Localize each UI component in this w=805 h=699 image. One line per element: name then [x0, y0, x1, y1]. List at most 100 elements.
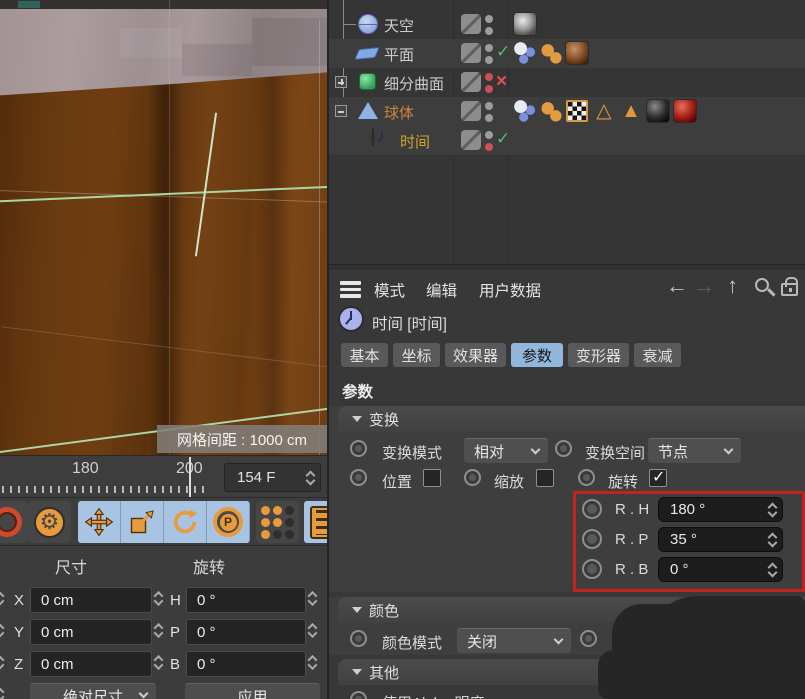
frame-spinner[interactable] [307, 470, 314, 485]
clipped-spinner[interactable] [0, 623, 3, 638]
size-y-spinner[interactable] [155, 623, 162, 638]
material-tag-icon[interactable] [566, 42, 588, 64]
history-forward-icon[interactable]: → [693, 273, 715, 299]
timeline-ruler[interactable] [2, 486, 210, 493]
selection-tag-outline-icon[interactable]: △ [593, 100, 615, 122]
tab-falloff[interactable]: 衰减 [634, 343, 681, 367]
position-checkbox[interactable] [423, 469, 441, 487]
clipped-spinner[interactable] [0, 687, 3, 699]
layer-toggle[interactable] [461, 43, 481, 63]
clipped-spinner[interactable] [0, 591, 3, 606]
selection-tag-filled-icon[interactable]: ▲ [620, 100, 642, 122]
rotation-knob[interactable] [578, 469, 595, 486]
rp-knob[interactable] [582, 529, 602, 549]
transform-space-knob[interactable] [555, 440, 572, 457]
rotation-p-field[interactable]: 0 ° [186, 619, 306, 645]
layer-toggle[interactable] [461, 130, 481, 150]
texture-tag-icon[interactable] [566, 100, 588, 122]
tab-parameter[interactable]: 参数 [511, 343, 563, 367]
object-row-subdivision[interactable]: 细分曲面 × [329, 68, 805, 97]
transform-group-header[interactable]: 变换 [338, 406, 805, 432]
visibility-dots[interactable] [485, 102, 493, 126]
tab-effector[interactable]: 效果器 [445, 343, 506, 367]
visibility-dots[interactable] [485, 15, 493, 39]
phong-tag-icon[interactable] [514, 100, 536, 122]
color-mode-knob[interactable] [350, 630, 367, 647]
menu-mode[interactable]: 模式 [374, 279, 405, 301]
position-knob[interactable] [350, 469, 367, 486]
collapse-icon[interactable] [335, 105, 347, 117]
lock-icon[interactable] [781, 283, 798, 296]
layer-toggle[interactable] [461, 14, 481, 34]
rotation-checkbox[interactable]: ✓ [649, 469, 667, 487]
compositing-tag-icon[interactable] [540, 42, 562, 64]
rh-field[interactable]: 180 ° [658, 497, 783, 522]
rotation-p-spinner[interactable] [309, 623, 316, 638]
size-x-field[interactable]: 0 cm [30, 587, 152, 613]
color-mode-dropdown[interactable]: 关闭 [457, 628, 571, 653]
object-row-sphere[interactable]: 球体 △ ▲ [329, 97, 805, 126]
menu-icon[interactable] [340, 281, 361, 301]
parent-up-icon[interactable]: ↑ [727, 273, 738, 299]
rh-spinner[interactable] [769, 502, 776, 517]
tab-basic[interactable]: 基本 [341, 343, 388, 367]
record-button[interactable] [0, 501, 28, 543]
rb-field[interactable]: 0 ° [658, 557, 783, 582]
rotation-b-spinner[interactable] [309, 655, 316, 670]
expand-icon[interactable] [335, 76, 347, 88]
panel-divider[interactable] [329, 264, 805, 270]
timeline-playhead[interactable] [189, 457, 191, 497]
visibility-dots[interactable] [485, 44, 493, 68]
keying-settings-button[interactable]: ⚙ [28, 501, 71, 543]
history-back-icon[interactable]: ← [666, 273, 688, 299]
rp-spinner[interactable] [769, 532, 776, 547]
rb-spinner[interactable] [769, 562, 776, 577]
transform-mode-knob[interactable] [350, 440, 367, 457]
record-rotation-button[interactable] [164, 501, 207, 543]
tab-coordinates[interactable]: 坐标 [393, 343, 440, 367]
viewport-3d[interactable]: 网格间距 : 1000 cm [0, 0, 327, 455]
material-tag-black-icon[interactable] [647, 100, 669, 122]
rh-label: R . H [615, 501, 649, 518]
rp-field[interactable]: 35 ° [658, 527, 783, 552]
rotation-h-spinner[interactable] [309, 591, 316, 606]
search-icon[interactable] [755, 278, 769, 292]
record-position-button[interactable] [78, 501, 121, 543]
clipped-spinner[interactable] [0, 655, 3, 670]
keyframe-selection-button[interactable] [256, 501, 299, 543]
layer-toggle[interactable] [461, 72, 481, 92]
transform-space-dropdown[interactable]: 节点 [648, 438, 741, 463]
timeline[interactable]: 180 200 154 F [0, 455, 327, 497]
color-knob[interactable] [580, 630, 597, 647]
sky-material-tag-icon[interactable] [514, 13, 536, 35]
apply-button[interactable]: 应用 [185, 683, 320, 699]
rotation-b-field[interactable]: 0 ° [186, 651, 306, 677]
scale-knob[interactable] [464, 469, 481, 486]
layer-toggle[interactable] [461, 101, 481, 121]
rotation-h-field[interactable]: 0 ° [186, 587, 306, 613]
current-frame-field[interactable]: 154 F [224, 463, 321, 492]
record-scale-button[interactable] [121, 501, 164, 543]
scale-checkbox[interactable] [536, 469, 554, 487]
size-z-spinner[interactable] [155, 655, 162, 670]
visibility-dots[interactable] [485, 73, 493, 97]
compositing-tag-icon[interactable] [540, 100, 562, 122]
object-row-plane[interactable]: 平面 ✓ [329, 39, 805, 68]
size-y-field[interactable]: 0 cm [30, 619, 152, 645]
menu-edit[interactable]: 编辑 [426, 279, 457, 301]
visibility-dots[interactable] [485, 131, 493, 155]
rb-knob[interactable] [582, 559, 602, 579]
menu-userdata[interactable]: 用户数据 [479, 279, 541, 301]
object-row-time[interactable]: 时间 ✓ [329, 126, 805, 155]
material-tag-red-icon[interactable] [674, 100, 696, 122]
record-parameter-button[interactable]: P [207, 501, 250, 543]
size-z-field[interactable]: 0 cm [30, 651, 152, 677]
tab-deformer[interactable]: 变形器 [568, 343, 629, 367]
size-x-spinner[interactable] [155, 591, 162, 606]
object-row-sky[interactable]: 天空 [329, 10, 805, 39]
phong-tag-icon[interactable] [514, 42, 536, 64]
use-alpha-knob[interactable] [350, 691, 367, 699]
transform-mode-dropdown[interactable]: 相对 [464, 438, 548, 463]
rh-knob[interactable] [582, 499, 602, 519]
coords-mode-dropdown[interactable]: 绝对尺寸 [30, 683, 156, 699]
